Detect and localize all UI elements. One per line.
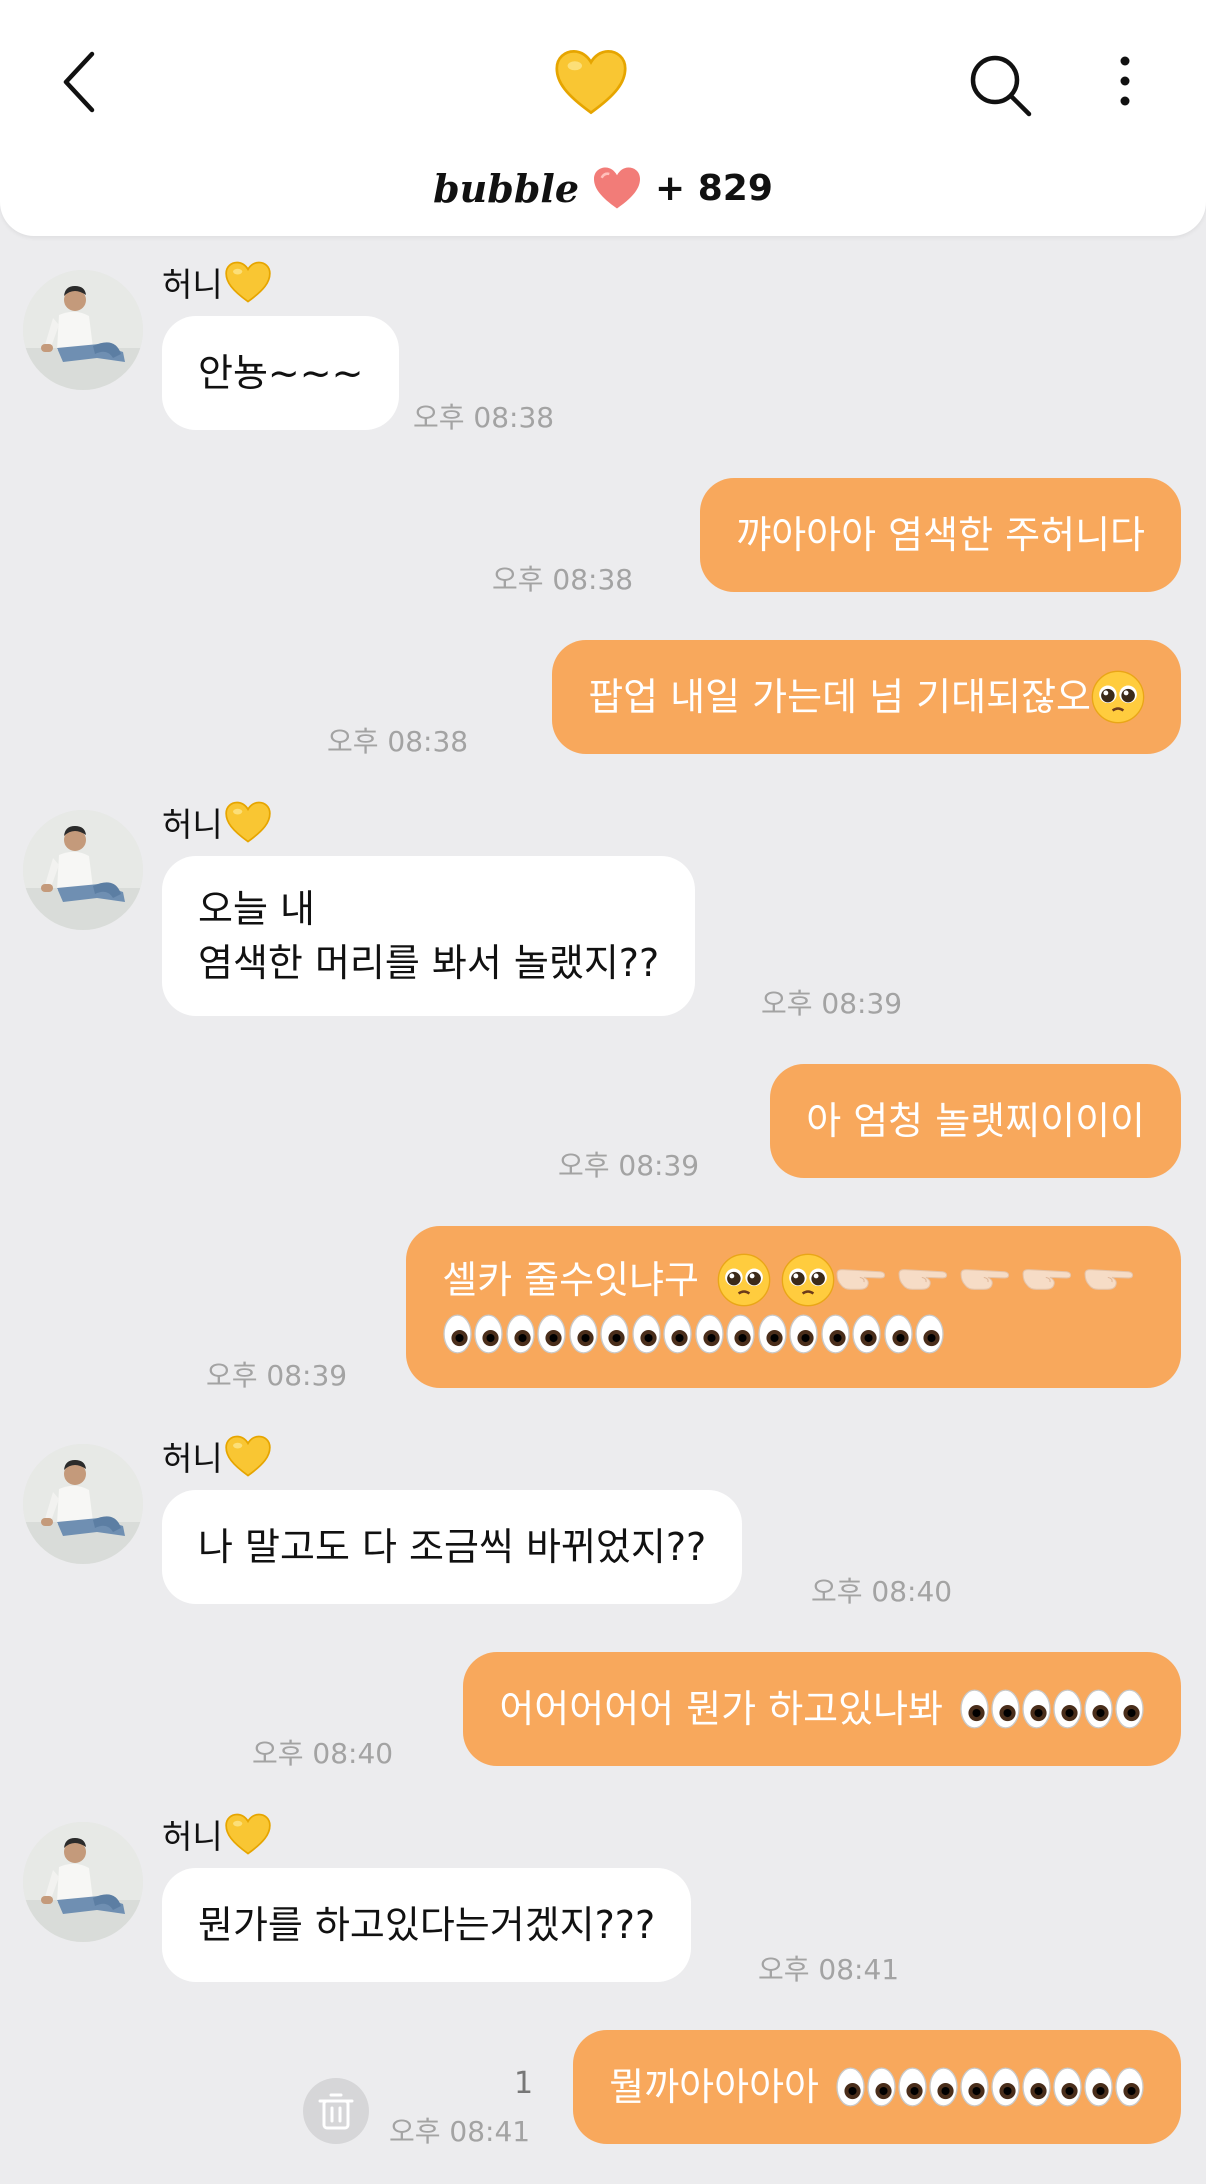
message-text: 셀카 줄수잇냐구 (442, 1258, 699, 1302)
eyes-emoji (820, 1313, 882, 1355)
eyes-emoji (1021, 2066, 1083, 2108)
sender-label: 허니 (162, 1817, 223, 1856)
message-bubble[interactable]: 어어어어어 뭔가 하고있나봐 (463, 1652, 1181, 1766)
yellow-heart-icon (555, 48, 627, 116)
message-time: 오후 08:40 (252, 1737, 394, 1770)
sender-name: 허니 (162, 258, 271, 306)
eyes-emoji (631, 1313, 693, 1355)
eyes-emoji (959, 2066, 1021, 2108)
message-bubble[interactable]: 오늘 내염색한 머리를 봐서 놀랬지?? (162, 856, 696, 1016)
vertical-dots-icon (1120, 56, 1130, 106)
message-bubble[interactable]: 셀카 줄수잇냐구 (406, 1226, 1181, 1388)
message-bubble[interactable]: 뭔가를 하고있다는거겠지??? (162, 1868, 692, 1982)
eyes-emoji (505, 1313, 567, 1355)
eyes-emoji (757, 1313, 819, 1355)
bubble-logo: bubble (433, 165, 580, 211)
message-bubble[interactable]: 아 엄청 놀랫찌이이이 (770, 1064, 1181, 1178)
message-time: 오후 08:38 (413, 401, 555, 434)
unread-count: 1 (514, 2066, 534, 2101)
eyes-emoji (883, 1313, 945, 1355)
eyes-emoji (568, 1313, 630, 1355)
eyes-emoji (1083, 1688, 1145, 1730)
eyes-emoji (959, 1688, 1021, 1730)
yellow-heart-icon (225, 1435, 271, 1477)
sender-name: 허니 (162, 798, 271, 846)
message-time: 오후 08:39 (761, 987, 903, 1020)
message-time: 오후 08:39 (558, 1149, 700, 1182)
chat-header: bubble + 829 (0, 0, 1206, 236)
pleading-face-emoji (781, 1253, 835, 1307)
avatar[interactable] (23, 270, 143, 390)
avatar[interactable] (23, 1822, 143, 1942)
pointing-hand-emoji (959, 1263, 1021, 1297)
message-bubble[interactable]: 안뇽~~~ (162, 316, 400, 430)
message-bubble[interactable]: 꺄아아아 염색한 주허니다 (700, 478, 1181, 592)
back-button[interactable] (50, 42, 110, 122)
message-text: 뭘까아아아아 (609, 2065, 819, 2109)
message-text: 팝업 내일 가는데 넘 기대되잖오 (588, 675, 1091, 719)
trash-icon (318, 2093, 354, 2130)
sender-label: 허니 (162, 1439, 223, 1478)
subscriber-count: + 829 (655, 167, 773, 209)
message-time: 오후 08:38 (327, 725, 469, 758)
yellow-heart-icon (225, 261, 271, 303)
yellow-heart-icon (225, 1813, 271, 1855)
eyes-emoji (442, 1313, 504, 1355)
delete-button[interactable] (303, 2078, 369, 2144)
message-text-line: 염색한 머리를 봐서 놀랬지?? (198, 941, 660, 985)
message-bubble[interactable]: 뭘까아아아아 (573, 2030, 1181, 2144)
message-text: 꺄아아아 염색한 주허니다 (736, 513, 1145, 557)
pointing-hand-emoji (1021, 1263, 1083, 1297)
message-text-line: 오늘 내 (198, 887, 315, 931)
message-text: 어어어어어 뭔가 하고있나봐 (499, 1687, 943, 1731)
message-time: 오후 08:38 (492, 563, 634, 596)
yellow-heart-icon (225, 801, 271, 843)
pink-heart-icon (591, 165, 643, 211)
message-text: 아 엄청 놀랫찌이이이 (806, 1099, 1145, 1143)
message-time: 오후 08:40 (811, 1575, 953, 1608)
eyes-emoji (1021, 1688, 1083, 1730)
sender-name: 허니 (162, 1432, 271, 1480)
message-bubble[interactable]: 팝업 내일 가는데 넘 기대되잖오 (552, 640, 1181, 754)
eyes-emoji (897, 2066, 959, 2108)
avatar[interactable] (23, 810, 143, 930)
avatar[interactable] (23, 1444, 143, 1564)
search-icon (970, 55, 1032, 117)
pointing-hand-emoji (1083, 1263, 1145, 1297)
eyes-emoji (694, 1313, 756, 1355)
message-text: 안뇽~~~ (198, 351, 364, 395)
pointing-hand-emoji (897, 1263, 959, 1297)
eyes-emoji (1083, 2066, 1145, 2108)
message-text: 나 말고도 다 조금씩 바뀌었지?? (198, 1525, 707, 1569)
subscriber-bar: bubble + 829 (0, 160, 1206, 216)
sender-name: 허니 (162, 1810, 271, 1858)
message-bubble[interactable]: 나 말고도 다 조금씩 바뀌었지?? (162, 1490, 743, 1604)
pointing-hand-emoji (835, 1263, 897, 1297)
pleading-face-emoji (1091, 670, 1145, 724)
message-text: 뭔가를 하고있다는거겠지??? (198, 1903, 656, 1947)
more-options-button[interactable] (1100, 50, 1150, 120)
sender-label: 허니 (162, 265, 223, 304)
chevron-left-icon (63, 51, 95, 113)
message-time: 오후 08:39 (206, 1359, 348, 1392)
search-button[interactable] (965, 50, 1035, 120)
pleading-face-emoji (717, 1253, 771, 1307)
sender-label: 허니 (162, 805, 223, 844)
message-time: 오후 08:41 (758, 1953, 900, 1986)
message-time: 오후 08:41 (389, 2115, 531, 2148)
eyes-emoji (835, 2066, 897, 2108)
